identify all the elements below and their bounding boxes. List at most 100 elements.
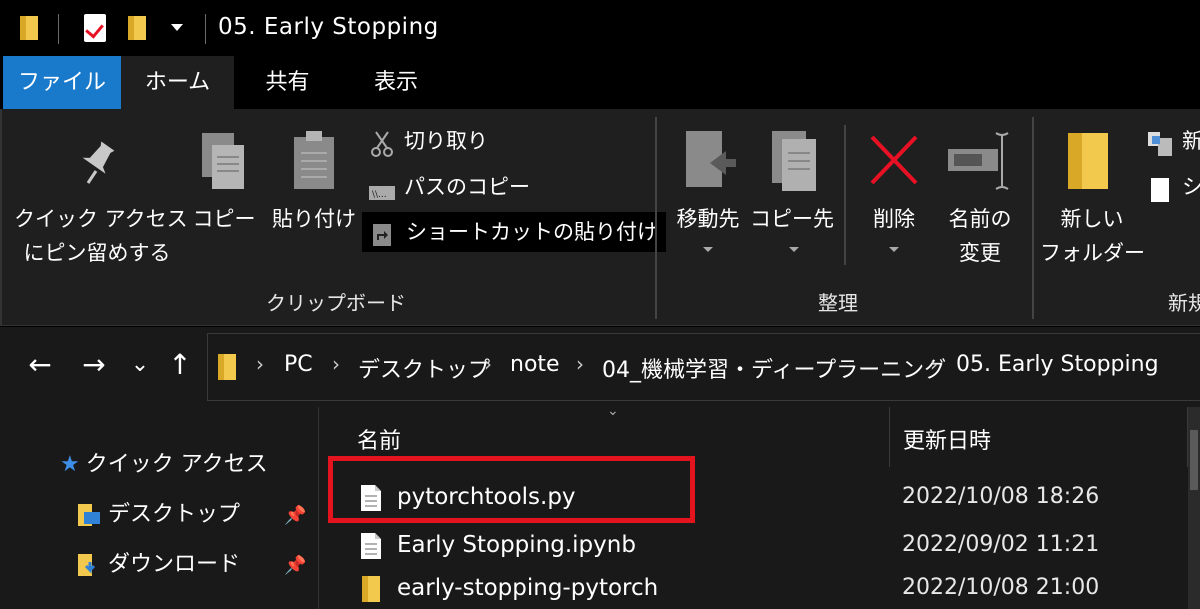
paste-icon — [294, 131, 334, 189]
file-row[interactable]: Early Stopping.ipynb — [359, 523, 636, 567]
nav-downloads-label: ダウンロード — [108, 552, 241, 577]
breadcrumb-chevron-icon: › — [576, 352, 584, 376]
tab-file[interactable]: ファイル — [3, 56, 121, 109]
copy-path-button[interactable]: \\... パスのコピー — [368, 167, 530, 207]
pin-quick-access-button[interactable]: クイック アクセス にピン留めする — [14, 129, 188, 289]
copy-path-label: パスのコピー — [404, 175, 530, 199]
address-bar[interactable]: › PC › デスクトップ › note › 04_機械学習・ディープラーニング… — [207, 333, 1200, 401]
tab-view[interactable]: 表示 — [341, 56, 451, 109]
recent-locations-button[interactable]: ⌄ — [122, 345, 158, 385]
nav-quick-access[interactable]: ★ クイック アクセス — [60, 447, 268, 483]
properties-check-icon[interactable] — [84, 14, 106, 42]
breadcrumb-chevron-icon: › — [930, 352, 938, 376]
delete-label: 削除 — [873, 207, 915, 231]
breadcrumb-current[interactable]: 05. Early Stopping — [956, 352, 1159, 377]
new-folder-label-2: フォルダー — [1040, 241, 1145, 265]
folder-modified-date: 2022/10/08 21:00 — [902, 575, 1100, 600]
clipboard-group-label: クリップボード — [266, 291, 406, 315]
column-divider[interactable] — [889, 407, 890, 467]
new-item-icon — [1146, 130, 1174, 156]
ribbon-home: クイック アクセス にピン留めする コピー 貼り付け 切り取り \\... パス… — [0, 109, 1200, 326]
new-folder-label-1: 新しい — [1060, 207, 1124, 231]
easy-access-label: シ — [1182, 175, 1200, 199]
pin-quick-access-label-2: にピン留めする — [23, 241, 171, 265]
pin-quick-access-label-1: クイック アクセス — [14, 207, 188, 231]
rename-icon — [948, 132, 1009, 190]
tab-share[interactable]: 共有 — [234, 56, 341, 109]
address-row: ← → ⌄ ↑ › PC › デスクトップ › note › 04_機械学習・デ… — [0, 327, 1200, 407]
cut-label: 切り取り — [404, 129, 488, 153]
scissors-icon — [368, 130, 396, 157]
copy-button[interactable]: コピー — [186, 129, 262, 259]
breadcrumb-chevron-icon: › — [256, 352, 264, 376]
file-modified-date: 2022/10/08 18:26 — [902, 484, 1100, 509]
new-folder-icon — [1068, 133, 1108, 189]
up-button[interactable]: ↑ — [162, 345, 198, 385]
nav-downloads[interactable]: ダウンロード — [76, 547, 240, 583]
breadcrumb-chevron-icon: › — [332, 352, 340, 376]
folder-icon — [218, 354, 236, 380]
toolbar-separator — [58, 14, 59, 44]
highlight-box — [328, 456, 695, 523]
breadcrumb-note[interactable]: note — [510, 352, 560, 377]
delete-x-icon — [870, 135, 918, 185]
copy-to-label: コピー先 — [750, 207, 834, 231]
folder-row[interactable]: early-stopping-pytorch — [359, 566, 658, 609]
copy-to-icon — [772, 131, 816, 191]
nav-quick-access-label: クイック アクセス — [85, 452, 268, 477]
nav-desktop[interactable]: デスクトップ — [76, 497, 240, 533]
breadcrumb-chevron-icon: › — [484, 352, 492, 376]
nav-desktop-label: デスクトップ — [108, 502, 241, 527]
desktop-folder-icon — [78, 504, 100, 526]
breadcrumb-ml-folder[interactable]: 04_機械学習・ディープラーニング — [602, 352, 946, 384]
copy-label: コピー — [192, 207, 256, 231]
pinned-icon: 📌 — [284, 555, 307, 576]
shortcut-icon — [370, 221, 398, 246]
copy-to-button[interactable]: コピー先 — [750, 129, 834, 269]
new-folder-button[interactable]: 新しい フォルダー — [1040, 129, 1145, 279]
paste-label: 貼り付け — [272, 207, 356, 231]
ribbon-edge — [0, 109, 2, 326]
cut-button[interactable]: 切り取り — [368, 121, 488, 161]
move-to-label: 移動先 — [676, 207, 740, 231]
ribbon-tabs: ファイル ホーム 共有 表示 — [0, 56, 1200, 109]
svg-text:\\...: \\... — [372, 190, 387, 200]
folder-icon — [362, 575, 380, 602]
back-button[interactable]: ← — [22, 345, 58, 385]
easy-access-icon — [1146, 176, 1174, 202]
navigation-pane: ★ クイック アクセス デスクトップ 📌 ダウンロード 📌 — [0, 407, 318, 609]
paste-shortcut-label: ショートカットの貼り付け — [406, 220, 658, 244]
rename-button[interactable]: 名前の 変更 — [938, 129, 1022, 279]
move-to-button[interactable]: 移動先 — [666, 129, 750, 269]
new-group-label: 新規 — [1168, 291, 1200, 315]
copy-path-icon: \\... — [368, 176, 396, 200]
copy-icon — [202, 133, 244, 189]
group-inner-separator — [844, 125, 846, 265]
move-to-icon — [686, 131, 736, 187]
paste-button[interactable]: 貼り付け — [266, 129, 362, 259]
file-icon — [361, 532, 381, 559]
star-icon: ★ — [60, 452, 80, 477]
column-header-modified[interactable]: 更新日時 — [903, 417, 991, 467]
customize-quick-access-dropdown-icon[interactable] — [171, 24, 183, 31]
group-separator — [655, 117, 657, 319]
file-modified-date: 2022/09/02 11:21 — [902, 532, 1100, 557]
move-to-dropdown-icon — [703, 247, 713, 252]
scrollbar-thumb[interactable] — [1190, 430, 1198, 490]
forward-button[interactable]: → — [76, 345, 112, 385]
rename-label-1: 名前の — [948, 207, 1012, 231]
file-name: Early Stopping.ipynb — [397, 532, 636, 558]
breadcrumb-desktop[interactable]: デスクトップ — [358, 352, 490, 384]
tab-home[interactable]: ホーム — [121, 56, 234, 109]
toolbar-separator — [205, 14, 206, 44]
easy-access-button[interactable]: シ — [1146, 167, 1200, 207]
folder-name: early-stopping-pytorch — [397, 575, 659, 601]
delete-dropdown-icon — [889, 247, 899, 252]
delete-button[interactable]: 削除 — [856, 129, 932, 269]
paste-shortcut-button[interactable]: ショートカットの貼り付け — [362, 212, 666, 252]
pin-icon — [82, 141, 115, 184]
breadcrumb-pc[interactable]: PC — [284, 352, 313, 377]
new-item-button[interactable]: 新 — [1146, 121, 1200, 161]
new-folder-quick-icon[interactable] — [126, 14, 148, 42]
organize-group-label: 整理 — [818, 291, 858, 315]
